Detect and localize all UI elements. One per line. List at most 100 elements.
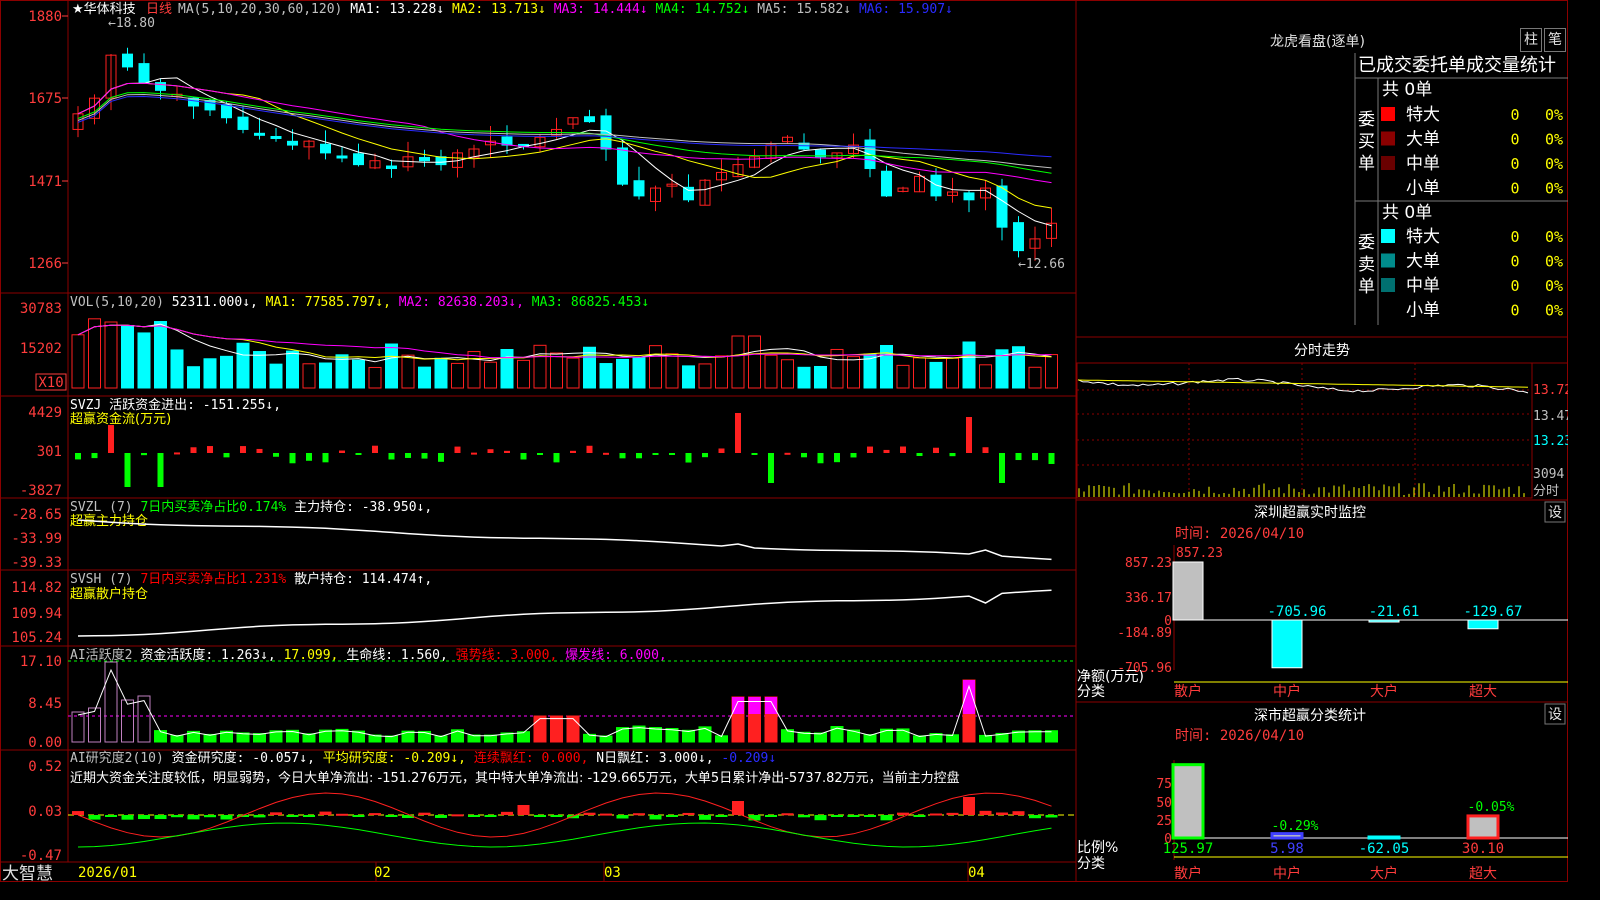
- flow-bar[interactable]: [108, 425, 114, 453]
- research-bar[interactable]: [138, 815, 150, 820]
- research-bar[interactable]: [946, 812, 959, 815]
- research-bar[interactable]: [72, 811, 84, 815]
- flow-bar[interactable]: [570, 450, 576, 453]
- flow-bar[interactable]: [306, 453, 312, 461]
- flow-bar[interactable]: [454, 446, 461, 453]
- volume-bar[interactable]: [814, 365, 827, 389]
- research-bar[interactable]: [468, 815, 480, 817]
- candle-body[interactable]: [320, 143, 331, 154]
- candle-body[interactable]: [435, 156, 447, 166]
- candle-body[interactable]: [419, 157, 430, 162]
- research-bar[interactable]: [963, 797, 975, 815]
- volume-bar[interactable]: [946, 357, 959, 389]
- research-bar[interactable]: [451, 814, 464, 817]
- flow-bar[interactable]: [322, 453, 329, 463]
- flow-bar[interactable]: [784, 452, 791, 455]
- research-bar[interactable]: [1029, 815, 1041, 819]
- volume-bar[interactable]: [566, 357, 580, 389]
- flow-bar[interactable]: [817, 453, 824, 464]
- volume-bar[interactable]: [104, 321, 118, 389]
- flow-bar[interactable]: [537, 453, 543, 455]
- research-bar[interactable]: [814, 815, 827, 821]
- activity-bar[interactable]: [880, 728, 893, 743]
- activity-bar[interactable]: [533, 715, 547, 743]
- flow-bar[interactable]: [966, 417, 972, 453]
- research-bar[interactable]: [336, 813, 348, 816]
- svzj-fund-flow-panel[interactable]: SVZJ 活跃资金进出: -151.255↓,超赢资金流(万元) 4429 301 -…: [20, 397, 1055, 499]
- research-bar[interactable]: [88, 815, 101, 820]
- volume-bar[interactable]: [632, 357, 646, 389]
- flow-bar[interactable]: [91, 453, 98, 459]
- research-bar[interactable]: [583, 812, 596, 815]
- research-bar[interactable]: [534, 815, 546, 817]
- flow-bar[interactable]: [702, 453, 708, 458]
- activity-bar[interactable]: [88, 707, 101, 743]
- research-bar[interactable]: [418, 812, 431, 815]
- flow-bar[interactable]: [471, 452, 477, 455]
- candle-body[interactable]: [155, 82, 166, 91]
- flow-bar[interactable]: [718, 448, 725, 453]
- volume-bar[interactable]: [203, 358, 217, 389]
- research-bar[interactable]: [765, 815, 777, 817]
- activity-bar[interactable]: [451, 729, 464, 743]
- flow-bar[interactable]: [751, 453, 758, 455]
- candle-body[interactable]: [221, 104, 232, 119]
- volume-bar[interactable]: [616, 358, 629, 389]
- realtime-monitor-chart[interactable]: 深圳超赢实时监控 设时间: 2026/04/10857.23336.170-184…: [1077, 501, 1568, 700]
- column-view-button[interactable]: 柱: [1520, 28, 1542, 52]
- flow-bar[interactable]: [256, 448, 263, 453]
- activity-bar[interactable]: [566, 715, 580, 743]
- flow-bar[interactable]: [735, 413, 741, 453]
- volume-bar[interactable]: [484, 361, 497, 389]
- flow-bar[interactable]: [124, 453, 131, 487]
- flow-bar[interactable]: [504, 450, 510, 453]
- volume-bar[interactable]: [797, 366, 811, 389]
- flow-bar[interactable]: [223, 453, 230, 458]
- research-bar[interactable]: [171, 815, 183, 818]
- research-bar[interactable]: [682, 812, 695, 815]
- research-bar[interactable]: [204, 815, 216, 818]
- flow-bar[interactable]: [900, 446, 906, 453]
- research-bar[interactable]: [913, 815, 926, 817]
- flow-bar[interactable]: [388, 453, 395, 460]
- research-bar[interactable]: [748, 815, 761, 821]
- volume-bar[interactable]: [533, 344, 547, 389]
- tick-view-button[interactable]: 笔: [1544, 28, 1566, 52]
- candle-body[interactable]: [1013, 222, 1024, 252]
- research-bar[interactable]: [831, 815, 843, 817]
- volume-bar[interactable]: [1028, 366, 1042, 389]
- flow-bar[interactable]: [405, 453, 411, 458]
- classify-bar[interactable]: [1270, 832, 1304, 840]
- price-candlestick-panel[interactable]: ★华体科技 日线 MA(5,10,20,30,60,120) MA1: 13.228…: [28, 2, 1065, 272]
- activity-bar[interactable]: [896, 728, 910, 743]
- research-bar[interactable]: [847, 815, 860, 817]
- flow-bar[interactable]: [850, 453, 857, 458]
- research-bar[interactable]: [880, 815, 893, 821]
- flow-bar[interactable]: [586, 445, 593, 453]
- candle-body[interactable]: [336, 155, 348, 159]
- flow-bar[interactable]: [636, 453, 642, 459]
- flow-bar[interactable]: [1032, 453, 1038, 461]
- candle-body[interactable]: [633, 180, 645, 197]
- volume-bar[interactable]: [599, 363, 613, 389]
- flow-bar[interactable]: [372, 445, 378, 453]
- flow-bar[interactable]: [916, 453, 923, 457]
- candle-body[interactable]: [270, 135, 282, 139]
- candle-body[interactable]: [254, 132, 265, 136]
- research-bar[interactable]: [798, 815, 810, 818]
- research-bar[interactable]: [550, 815, 563, 817]
- flow-bar[interactable]: [883, 449, 890, 453]
- flow-bar[interactable]: [933, 447, 939, 453]
- volume-bar[interactable]: [896, 364, 910, 389]
- volume-bar[interactable]: [731, 335, 745, 389]
- candle-body[interactable]: [122, 53, 133, 68]
- flow-bar[interactable]: [603, 452, 609, 455]
- volume-bar[interactable]: [121, 324, 134, 389]
- volume-bar[interactable]: [434, 357, 448, 389]
- research-bar[interactable]: [600, 813, 612, 816]
- research-bar[interactable]: [666, 815, 678, 817]
- volume-bar[interactable]: [319, 362, 332, 389]
- research-bar[interactable]: [996, 812, 1008, 815]
- classify-stat-chart[interactable]: 深市超赢分类统计 设时间: 2026/04/107550250-0.29%-0.0…: [1077, 703, 1568, 882]
- volume-bar[interactable]: [71, 334, 85, 389]
